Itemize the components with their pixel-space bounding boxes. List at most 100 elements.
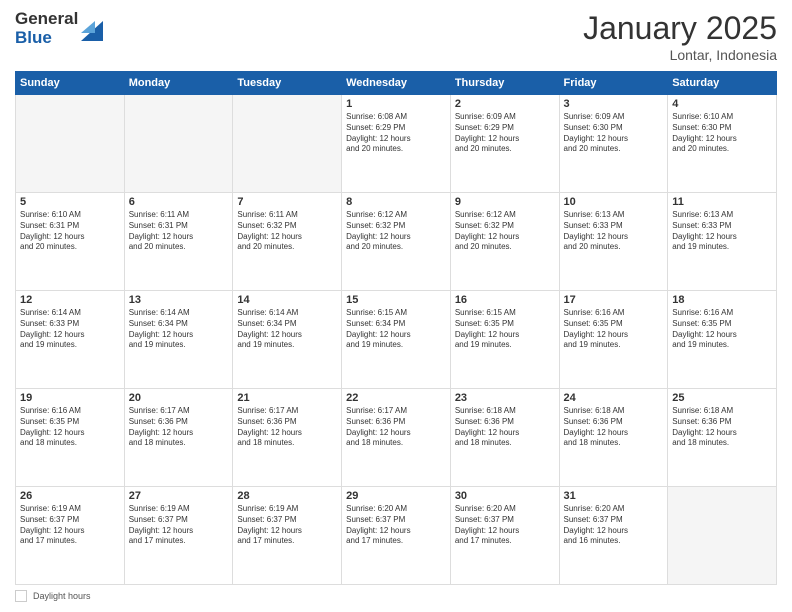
calendar-cell (233, 95, 342, 193)
day-info: Sunrise: 6:17 AM Sunset: 6:36 PM Dayligh… (346, 406, 446, 449)
day-number: 5 (20, 196, 120, 208)
day-info: Sunrise: 6:09 AM Sunset: 6:29 PM Dayligh… (455, 112, 555, 155)
day-info: Sunrise: 6:11 AM Sunset: 6:32 PM Dayligh… (237, 210, 337, 253)
day-number: 7 (237, 196, 337, 208)
day-number: 30 (455, 490, 555, 502)
day-number: 15 (346, 294, 446, 306)
day-info: Sunrise: 6:20 AM Sunset: 6:37 PM Dayligh… (455, 504, 555, 547)
calendar-table: SundayMondayTuesdayWednesdayThursdayFrid… (15, 71, 777, 585)
calendar-cell: 9Sunrise: 6:12 AM Sunset: 6:32 PM Daylig… (450, 193, 559, 291)
day-number: 10 (564, 196, 664, 208)
calendar-cell (124, 95, 233, 193)
calendar-cell: 7 Sunrise: 6:11 AM Sunset: 6:32 PM Daylig… (233, 193, 342, 291)
day-info: Sunrise: 6:14 AM Sunset: 6:34 PM Dayligh… (237, 308, 337, 351)
day-number: 22 (346, 392, 446, 404)
day-number: 29 (346, 490, 446, 502)
day-info: Sunrise: 6:17 AM Sunset: 6:36 PM Dayligh… (237, 406, 337, 449)
day-number: 3 (564, 98, 664, 110)
calendar-cell: 20 Sunrise: 6:17 AM Sunset: 6:36 PM Dayli… (124, 389, 233, 487)
calendar-cell: 16 Sunrise: 6:15 AM Sunset: 6:35 PM Dayli… (450, 291, 559, 389)
header: General Blue January 2025 Lontar, Indone… (15, 10, 777, 63)
calendar-cell: 24 Sunrise: 6:18 AM Sunset: 6:36 PM Dayli… (559, 389, 668, 487)
day-info: Sunrise: 6:20 AM Sunset: 6:37 PM Dayligh… (346, 504, 446, 547)
page: General Blue January 2025 Lontar, Indone… (0, 0, 792, 612)
calendar-cell: 15 Sunrise: 6:15 AM Sunset: 6:34 PM Dayli… (342, 291, 451, 389)
week-row-4: 26 Sunrise: 6:19 AM Sunset: 6:37 PM Dayli… (16, 487, 777, 585)
day-info: Sunrise: 6:13 AM Sunset: 6:33 PM Dayligh… (672, 210, 772, 253)
day-number: 26 (20, 490, 120, 502)
calendar-cell: 27 Sunrise: 6:19 AM Sunset: 6:37 PM Dayli… (124, 487, 233, 585)
day-number: 25 (672, 392, 772, 404)
day-info: Sunrise: 6:11 AM Sunset: 6:31 PM Dayligh… (129, 210, 229, 253)
weekday-header-monday: Monday (124, 72, 233, 95)
day-info: Sunrise: 6:15 AM Sunset: 6:34 PM Dayligh… (346, 308, 446, 351)
week-row-2: 12 Sunrise: 6:14 AM Sunset: 6:33 PM Dayli… (16, 291, 777, 389)
calendar-cell: 26 Sunrise: 6:19 AM Sunset: 6:37 PM Dayli… (16, 487, 125, 585)
day-number: 20 (129, 392, 229, 404)
day-info: Sunrise: 6:20 AM Sunset: 6:37 PM Dayligh… (564, 504, 664, 547)
day-info: Sunrise: 6:19 AM Sunset: 6:37 PM Dayligh… (129, 504, 229, 547)
day-info: Sunrise: 6:10 AM Sunset: 6:30 PM Dayligh… (672, 112, 772, 155)
week-row-0: 1 Sunrise: 6:08 AM Sunset: 6:29 PM Daylig… (16, 95, 777, 193)
weekday-header-thursday: Thursday (450, 72, 559, 95)
day-number: 8 (346, 196, 446, 208)
calendar-cell: 2Sunrise: 6:09 AM Sunset: 6:29 PM Daylig… (450, 95, 559, 193)
calendar-cell (16, 95, 125, 193)
day-number: 17 (564, 294, 664, 306)
day-info: Sunrise: 6:09 AM Sunset: 6:30 PM Dayligh… (564, 112, 664, 155)
logo-icon (81, 13, 103, 41)
day-number: 18 (672, 294, 772, 306)
logo: General Blue (15, 10, 103, 47)
weekday-header-sunday: Sunday (16, 72, 125, 95)
calendar-cell: 4 Sunrise: 6:10 AM Sunset: 6:30 PM Daylig… (668, 95, 777, 193)
calendar-cell: 8Sunrise: 6:12 AM Sunset: 6:32 PM Daylig… (342, 193, 451, 291)
logo-blue-text: Blue (15, 29, 78, 48)
calendar-cell: 14 Sunrise: 6:14 AM Sunset: 6:34 PM Dayli… (233, 291, 342, 389)
day-number: 4 (672, 98, 772, 110)
calendar-cell: 3 Sunrise: 6:09 AM Sunset: 6:30 PM Daylig… (559, 95, 668, 193)
day-number: 16 (455, 294, 555, 306)
calendar-cell: 18 Sunrise: 6:16 AM Sunset: 6:35 PM Dayli… (668, 291, 777, 389)
day-number: 19 (20, 392, 120, 404)
day-info: Sunrise: 6:16 AM Sunset: 6:35 PM Dayligh… (564, 308, 664, 351)
day-number: 21 (237, 392, 337, 404)
calendar-cell: 30 Sunrise: 6:20 AM Sunset: 6:37 PM Dayli… (450, 487, 559, 585)
location-subtitle: Lontar, Indonesia (583, 47, 777, 63)
calendar-cell: 28Sunrise: 6:19 AM Sunset: 6:37 PM Dayli… (233, 487, 342, 585)
day-number: 11 (672, 196, 772, 208)
day-number: 12 (20, 294, 120, 306)
day-info: Sunrise: 6:14 AM Sunset: 6:33 PM Dayligh… (20, 308, 120, 351)
week-row-1: 5Sunrise: 6:10 AM Sunset: 6:31 PM Daylig… (16, 193, 777, 291)
footer: Daylight hours (15, 590, 777, 602)
calendar-cell: 21 Sunrise: 6:17 AM Sunset: 6:36 PM Dayli… (233, 389, 342, 487)
day-info: Sunrise: 6:12 AM Sunset: 6:32 PM Dayligh… (455, 210, 555, 253)
day-number: 1 (346, 98, 446, 110)
day-number: 28 (237, 490, 337, 502)
weekday-header-row: SundayMondayTuesdayWednesdayThursdayFrid… (16, 72, 777, 95)
weekday-header-wednesday: Wednesday (342, 72, 451, 95)
day-number: 27 (129, 490, 229, 502)
day-info: Sunrise: 6:16 AM Sunset: 6:35 PM Dayligh… (672, 308, 772, 351)
calendar-cell: 19Sunrise: 6:16 AM Sunset: 6:35 PM Dayli… (16, 389, 125, 487)
logo-general-text: General (15, 10, 78, 29)
title-block: January 2025 Lontar, Indonesia (583, 10, 777, 63)
day-info: Sunrise: 6:13 AM Sunset: 6:33 PM Dayligh… (564, 210, 664, 253)
footer-row: Daylight hours (15, 590, 777, 602)
day-info: Sunrise: 6:19 AM Sunset: 6:37 PM Dayligh… (20, 504, 120, 547)
month-title: January 2025 (583, 10, 777, 47)
calendar-cell: 22 Sunrise: 6:17 AM Sunset: 6:36 PM Dayli… (342, 389, 451, 487)
day-number: 14 (237, 294, 337, 306)
day-number: 6 (129, 196, 229, 208)
calendar-cell: 13Sunrise: 6:14 AM Sunset: 6:34 PM Dayli… (124, 291, 233, 389)
day-number: 24 (564, 392, 664, 404)
calendar-cell: 10 Sunrise: 6:13 AM Sunset: 6:33 PM Dayli… (559, 193, 668, 291)
day-info: Sunrise: 6:08 AM Sunset: 6:29 PM Dayligh… (346, 112, 446, 155)
day-info: Sunrise: 6:18 AM Sunset: 6:36 PM Dayligh… (564, 406, 664, 449)
day-info: Sunrise: 6:18 AM Sunset: 6:36 PM Dayligh… (455, 406, 555, 449)
weekday-header-saturday: Saturday (668, 72, 777, 95)
day-info: Sunrise: 6:15 AM Sunset: 6:35 PM Dayligh… (455, 308, 555, 351)
calendar-cell: 5Sunrise: 6:10 AM Sunset: 6:31 PM Daylig… (16, 193, 125, 291)
day-info: Sunrise: 6:17 AM Sunset: 6:36 PM Dayligh… (129, 406, 229, 449)
calendar-cell: 29 Sunrise: 6:20 AM Sunset: 6:37 PM Dayli… (342, 487, 451, 585)
calendar-cell: 1 Sunrise: 6:08 AM Sunset: 6:29 PM Daylig… (342, 95, 451, 193)
